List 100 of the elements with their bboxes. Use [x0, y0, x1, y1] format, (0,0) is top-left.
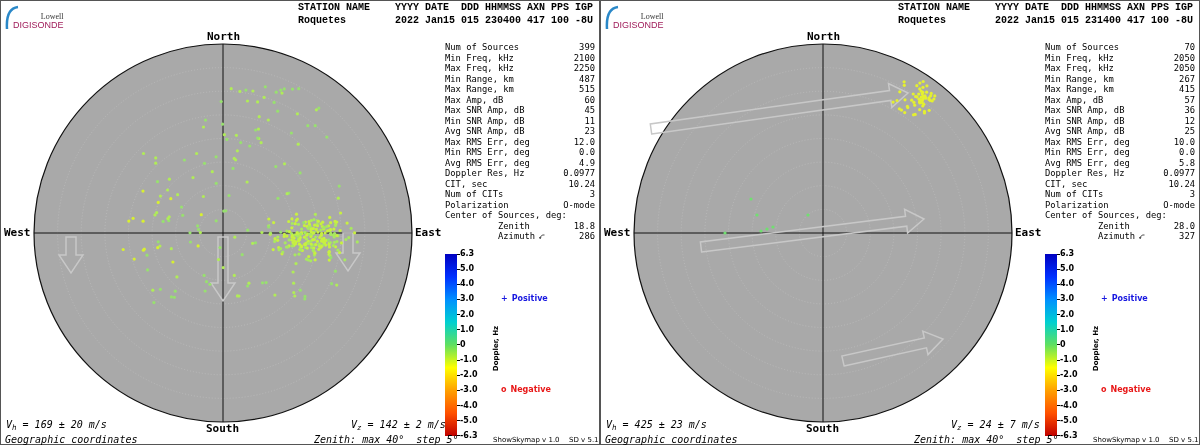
stat-value: 0.0 [579, 147, 595, 158]
stat-label: Num of Sources [445, 42, 520, 53]
header-label: YYYY DATE DDD HHMMSS AXN PPS IGP [995, 2, 1194, 15]
stat-value: 70 [1184, 42, 1195, 53]
legend-label: Negative [510, 386, 551, 394]
arrow-outline [334, 232, 362, 273]
tick-label: 0 [1060, 340, 1066, 349]
stat-label: Min SNR Amp, dB [1045, 115, 1125, 126]
legend-label: Positive [1111, 295, 1148, 303]
tick-label: -2.0 [1060, 371, 1078, 380]
arrow-outline [57, 236, 85, 275]
stat-value: 3 [589, 189, 595, 200]
tick-label: 6.3 [1060, 250, 1075, 258]
stat-value: 23 [584, 126, 595, 137]
stat-label: CIT, sec [445, 178, 488, 189]
stat-value: O-mode [563, 199, 595, 210]
logo-text: Lowell [640, 12, 664, 21]
logo-text: DIGISONDE [613, 21, 664, 30]
velocity-readout: V$_{z}$ = 24 ± 7 m/s [951, 420, 1040, 430]
stat-value: 36 [1184, 105, 1195, 116]
stat-label: Avg SNR Amp, dB [445, 126, 525, 137]
compass-label: North [207, 31, 241, 42]
stat-label: Avg SNR Amp, dB [1045, 126, 1125, 137]
stat-label: Max RMS Err, deg [1045, 136, 1130, 147]
stat-value: 0.0977 [563, 168, 595, 179]
stat-label: Max Range, km [445, 84, 514, 95]
legend-label: Negative [1110, 386, 1151, 394]
stat-value: 10.0 [1173, 136, 1195, 147]
legend-marker: o [1101, 386, 1107, 394]
tick-label: 5.0 [460, 265, 475, 274]
zenith-note: Zenith: max 40° step 5° [314, 435, 459, 445]
stat-value: 2050 [1173, 63, 1195, 74]
tick-label: 1.0 [1060, 325, 1075, 334]
velocity-readout: V$_{z}$ = 142 ± 2 m/s [351, 420, 446, 430]
stat-label: Doppler Res, Hz [1045, 168, 1125, 179]
tick-label: -6.3 [1060, 431, 1078, 440]
stat-label: Azimuth [1098, 231, 1136, 242]
tick-label: -1.0 [1060, 356, 1078, 365]
stat-value: 4.9 [579, 157, 595, 168]
stat-value: 5.8 [1179, 157, 1195, 168]
logo-text: DIGISONDE [13, 21, 64, 30]
stat-value: O-mode [1163, 199, 1195, 210]
stat-label: Min RMS Err, deg [445, 147, 530, 158]
stat-label: Polarization [445, 199, 509, 210]
stat-label: Num of Sources [1045, 42, 1120, 53]
stat-label: Avg RMS Err, deg [1045, 157, 1130, 168]
tick-label: -3.0 [1060, 386, 1078, 395]
legend-marker: + [1101, 295, 1108, 303]
tick-label: 3.0 [460, 295, 475, 304]
stat-label: Doppler Res, Hz [445, 168, 525, 179]
velocity-readout: V$_{h}$ = 425 ± 23 m/s [606, 420, 707, 430]
stat-label: Max Freq, kHz [445, 63, 514, 74]
station-name: Roquetes [898, 14, 947, 27]
stat-label: Azimuth [498, 231, 536, 242]
stat-label: Max Range, km [1045, 84, 1114, 95]
stat-label: Num of CITs [1045, 189, 1104, 200]
stat-label: Min RMS Err, deg [1045, 147, 1130, 158]
zenith-note: Zenith: max 40° step 5° [914, 435, 1059, 445]
header-values: 2022 Jan15 015 230400 417 100 -8U [395, 14, 594, 27]
stat-label: Min Freq, kHz [445, 52, 514, 63]
compass-label: West [604, 227, 631, 238]
stat-value: 327 [1179, 231, 1195, 242]
stat-value: 487 [579, 73, 595, 84]
curved-arrow-icon [1139, 233, 1146, 239]
tick-label: 3.0 [1060, 295, 1075, 304]
legend-label: Positive [511, 295, 548, 303]
tick-label: 2.0 [460, 310, 475, 319]
tick-label: 0 [460, 340, 466, 349]
tick-label: 5.0 [1060, 265, 1075, 274]
tick-label: 6.3 [460, 250, 475, 258]
tick-label: 1.0 [460, 325, 475, 334]
stat-value: 2050 [1173, 52, 1195, 63]
stat-label: Max Amp, dB [445, 94, 504, 105]
compass-label: North [807, 31, 841, 42]
stat-value: 3 [1189, 189, 1195, 200]
stat-value: 45 [584, 105, 595, 116]
stat-label: Max RMS Err, deg [445, 136, 530, 147]
stat-value: 25 [1184, 126, 1195, 137]
stat-value: 60 [584, 94, 595, 105]
tick-label: -3.0 [460, 386, 478, 395]
stat-label: Min Range, km [1045, 73, 1114, 84]
header-label: STATION NAME [298, 2, 371, 15]
legend-marker: + [501, 295, 508, 303]
curved-arrow-icon [539, 233, 546, 239]
stat-value: 10.24 [568, 178, 595, 189]
stat-label: Zenith [498, 220, 530, 231]
stat-value: 12.0 [573, 136, 595, 147]
header-label: YYYY DATE DDD HHMMSS AXN PPS IGP [395, 2, 594, 15]
compass-label: South [206, 423, 240, 434]
arrow-outline [209, 236, 237, 303]
stat-label: Min SNR Amp, dB [445, 115, 525, 126]
compass-label: East [1015, 227, 1042, 238]
stat-value: 2100 [573, 52, 595, 63]
stat-value: 267 [1179, 73, 1195, 84]
stat-value: 399 [579, 42, 595, 53]
tick-label: -5.0 [460, 416, 478, 425]
stat-label: Max SNR Amp, dB [445, 105, 525, 116]
compass-label: West [4, 227, 31, 238]
stat-label: Max Amp, dB [1045, 94, 1104, 105]
logo-text: Lowell [40, 12, 64, 21]
